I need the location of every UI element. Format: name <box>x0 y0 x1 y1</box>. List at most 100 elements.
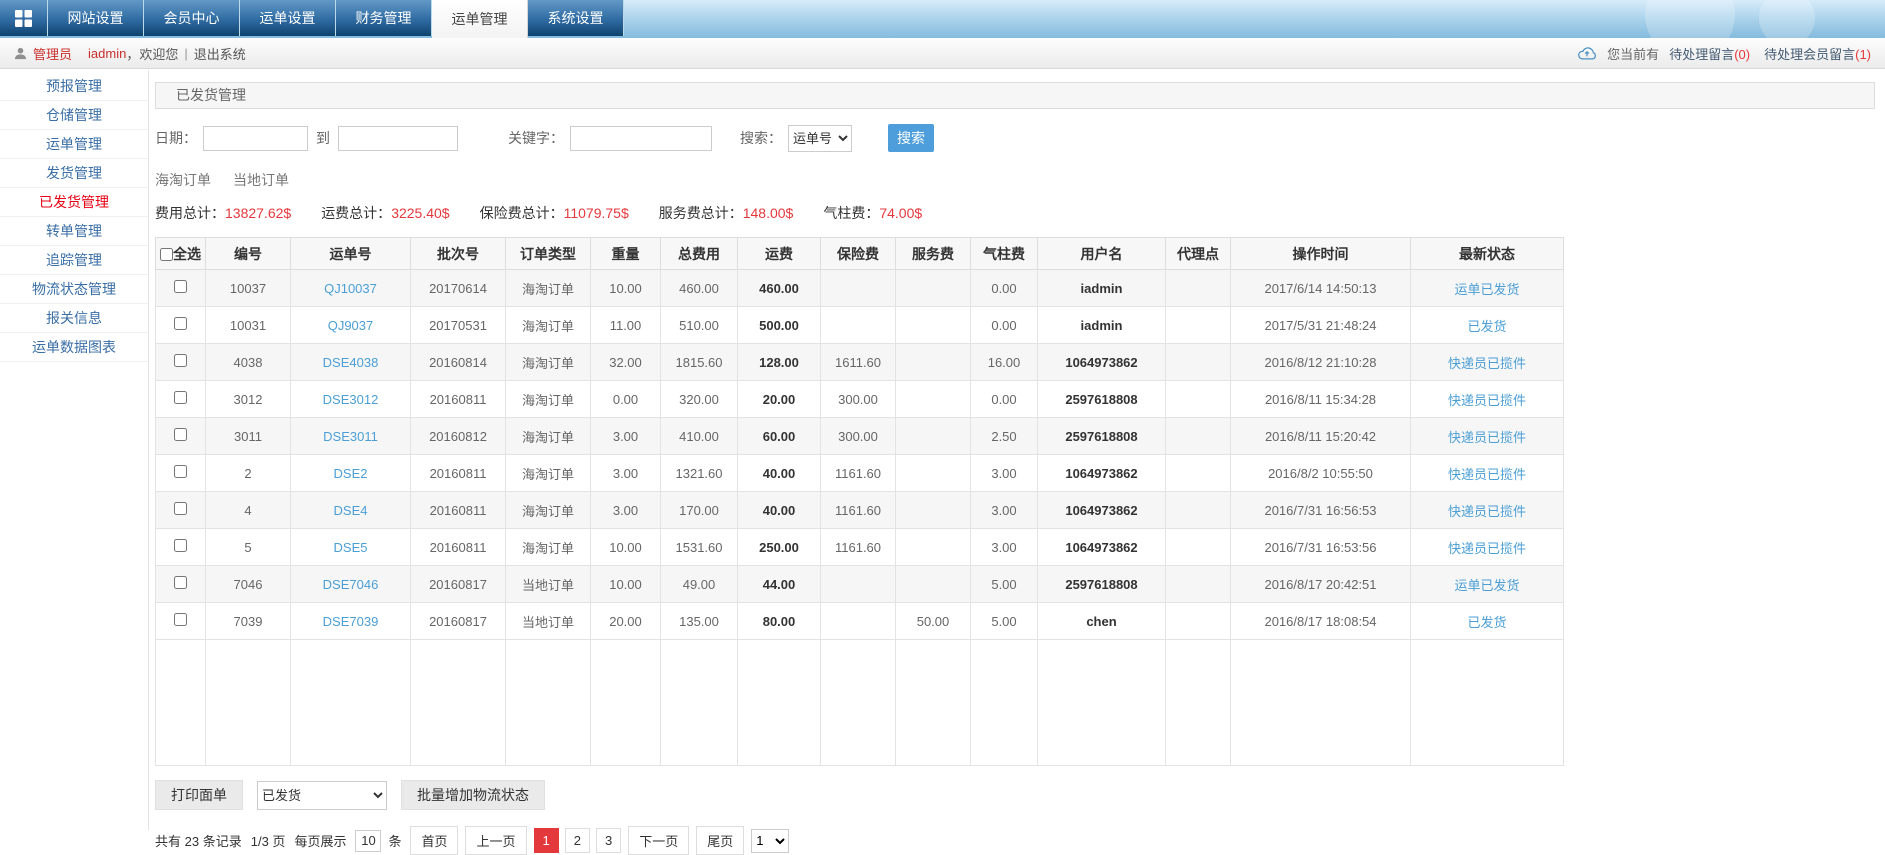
row-checkbox[interactable] <box>174 576 187 589</box>
divider: | <box>184 45 188 61</box>
waybill-link[interactable]: DSE5 <box>334 540 368 555</box>
page-number-button[interactable]: 2 <box>564 828 590 853</box>
sidebar-item[interactable]: 发货管理 <box>0 159 148 188</box>
keyword-input[interactable] <box>570 125 712 151</box>
nav-tab[interactable]: 网站设置 <box>48 0 144 36</box>
nav-tab[interactable]: 运单管理 <box>432 0 528 38</box>
waybill-link[interactable]: DSE3011 <box>323 429 378 444</box>
next-page-button[interactable]: 下一页 <box>628 826 690 855</box>
cell-gas_fee: 0.00 <box>970 269 1038 307</box>
status-link[interactable]: 快递员已揽件 <box>1448 393 1526 408</box>
sidebar-item[interactable]: 预报管理 <box>0 72 148 101</box>
row-checkbox[interactable] <box>174 391 187 404</box>
per-page-unit: 条 <box>388 834 402 849</box>
nav-tab[interactable]: 运单设置 <box>240 0 336 36</box>
prev-page-button[interactable]: 上一页 <box>465 826 527 855</box>
waybill-link[interactable]: DSE4 <box>334 503 368 518</box>
cell-weight: 20.00 <box>590 602 661 640</box>
nav-tab[interactable]: 系统设置 <box>528 0 624 36</box>
status-link[interactable]: 快递员已揽件 <box>1448 356 1526 371</box>
row-checkbox[interactable] <box>174 280 187 293</box>
waybill-link[interactable]: DSE2 <box>334 466 368 481</box>
status-link[interactable]: 快递员已揽件 <box>1448 541 1526 556</box>
date-from-input[interactable] <box>203 125 308 151</box>
row-checkbox[interactable] <box>174 539 187 552</box>
notice-link[interactable]: 待处理留言(0) <box>1669 44 1750 63</box>
date-to-input[interactable] <box>338 125 458 151</box>
total-suffix: 条记录 <box>202 834 242 849</box>
sidebar-item[interactable]: 运单管理 <box>0 130 148 159</box>
cell-id: 7039 <box>205 602 291 640</box>
total-label: 服务费总计： <box>658 205 743 221</box>
username: iadmin <box>88 45 127 61</box>
waybill-link[interactable]: QJ10037 <box>324 281 377 296</box>
page-number-button[interactable]: 3 <box>595 828 622 853</box>
main-content: 已发货管理 日期： 到 关键字： 搜索： 运单号 搜索 海淘订单 当地订单 费用总… <box>155 69 1875 855</box>
table-row: 7039 DSE7039 20160817 当地订单 20.00 135.00 80.00 5… <box>155 602 1564 640</box>
sidebar-item[interactable]: 仓储管理 <box>0 101 148 130</box>
cell-service_fee <box>895 343 971 381</box>
cell-status: 运单已发货 <box>1410 565 1564 603</box>
status-link[interactable]: 快递员已揽件 <box>1448 430 1526 445</box>
notice-link[interactable]: 待处理会员留言(1) <box>1764 44 1871 63</box>
cell-agent <box>1165 306 1231 344</box>
sidebar-item[interactable]: 转单管理 <box>0 217 148 246</box>
order-type-tab[interactable]: 当地订单 <box>233 170 289 190</box>
home-grid-button[interactable] <box>0 0 48 36</box>
select-all-checkbox[interactable] <box>160 247 173 261</box>
status-select[interactable]: 已发货 <box>257 780 387 810</box>
status-link[interactable]: 快递员已揽件 <box>1448 467 1526 482</box>
sidebar-item[interactable]: 追踪管理 <box>0 246 148 275</box>
waybill-link[interactable]: DSE7046 <box>323 577 379 592</box>
cell-id: 4038 <box>205 343 291 381</box>
batch-logistics-button[interactable]: 批量增加物流状态 <box>401 780 545 810</box>
total-item: 气柱费：74.00$ <box>823 203 922 223</box>
order-type-tab[interactable]: 海淘订单 <box>155 170 211 190</box>
first-page-button[interactable]: 首页 <box>410 826 459 855</box>
row-checkbox[interactable] <box>174 613 187 626</box>
sidebar-item[interactable]: 运单数据图表 <box>0 333 148 362</box>
sidebar-item[interactable]: 报关信息 <box>0 304 148 333</box>
nav-tab[interactable]: 会员中心 <box>144 0 240 36</box>
cell-op_time: 2016/8/17 20:42:51 <box>1230 565 1411 603</box>
filter-bar: 日期： 到 关键字： 搜索： 运单号 搜索 <box>155 124 1875 152</box>
cell-agent <box>1165 380 1231 418</box>
cell-insurance <box>820 602 896 640</box>
page-jump-select[interactable]: 1 <box>751 828 790 853</box>
status-link[interactable]: 已发货 <box>1467 319 1506 334</box>
waybill-link[interactable]: DSE3012 <box>323 392 379 407</box>
per-page-input[interactable] <box>355 829 382 852</box>
decor-bubble <box>1759 0 1815 38</box>
cell-gas_fee: 3.00 <box>970 454 1038 492</box>
waybill-link[interactable]: DSE4038 <box>323 355 379 370</box>
row-checkbox[interactable] <box>174 354 187 367</box>
row-checkbox[interactable] <box>174 317 187 330</box>
print-label-button[interactable]: 打印面单 <box>155 780 243 810</box>
last-page-button[interactable]: 尾页 <box>696 826 745 855</box>
waybill-link[interactable]: DSE7039 <box>323 614 379 629</box>
waybill-link[interactable]: QJ9037 <box>328 318 374 333</box>
cell-batch: 20160814 <box>410 343 506 381</box>
cell-status: 已发货 <box>1410 602 1564 640</box>
row-checkbox[interactable] <box>174 502 187 515</box>
table-row: 4038 DSE4038 20160814 海淘订单 32.00 1815.60 128.0… <box>155 343 1564 381</box>
row-select-cell <box>155 306 206 344</box>
column-header: 最新状态 <box>1410 237 1564 270</box>
status-link[interactable]: 运单已发货 <box>1454 578 1519 593</box>
empty-cell <box>660 639 738 766</box>
nav-tab[interactable]: 财务管理 <box>336 0 432 36</box>
search-button[interactable]: 搜索 <box>888 124 934 152</box>
total-item: 保险费总计：11079.75$ <box>480 203 629 223</box>
total-label: 气柱费： <box>823 205 880 221</box>
page-number-button[interactable]: 1 <box>533 828 559 853</box>
row-checkbox[interactable] <box>174 428 187 441</box>
logout-link[interactable]: 退出系统 <box>194 44 246 63</box>
status-link[interactable]: 已发货 <box>1467 615 1506 630</box>
sidebar-item[interactable]: 物流状态管理 <box>0 275 148 304</box>
status-link[interactable]: 运单已发货 <box>1454 282 1519 297</box>
sidebar-item[interactable]: 已发货管理 <box>0 188 148 217</box>
status-link[interactable]: 快递员已揽件 <box>1448 504 1526 519</box>
row-checkbox[interactable] <box>174 465 187 478</box>
search-type-select[interactable]: 运单号 <box>788 124 852 152</box>
empty-cell <box>290 639 411 766</box>
